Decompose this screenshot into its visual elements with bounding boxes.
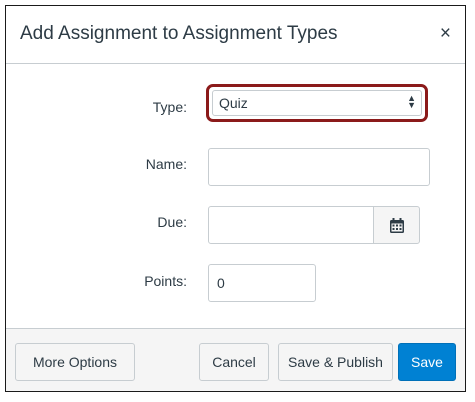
name-label: Name: bbox=[145, 156, 187, 172]
add-assignment-dialog: Add Assignment to Assignment Types × Typ… bbox=[5, 5, 466, 392]
cancel-button[interactable]: Cancel bbox=[199, 343, 269, 381]
type-label: Type: bbox=[152, 99, 187, 115]
due-date-input[interactable] bbox=[208, 206, 374, 244]
dialog-footer: More Options Cancel Save & Publish Save bbox=[6, 328, 465, 391]
dialog-header: Add Assignment to Assignment Types × bbox=[6, 6, 465, 64]
type-select[interactable]: Quiz ▲ ▼ bbox=[212, 90, 422, 116]
calendar-icon bbox=[390, 218, 404, 233]
calendar-button[interactable] bbox=[373, 206, 420, 244]
name-input[interactable] bbox=[208, 148, 430, 186]
dialog-title: Add Assignment to Assignment Types bbox=[20, 23, 338, 44]
dialog-body: Type: Quiz ▲ ▼ Name: Due: Points: 0 bbox=[6, 64, 465, 328]
due-label: Due: bbox=[157, 214, 187, 230]
more-options-button[interactable]: More Options bbox=[15, 343, 135, 381]
points-input[interactable]: 0 bbox=[208, 264, 316, 302]
select-arrows-icon: ▲ ▼ bbox=[407, 93, 416, 110]
save-publish-button[interactable]: Save & Publish bbox=[278, 343, 393, 381]
save-button[interactable]: Save bbox=[398, 343, 456, 381]
close-icon[interactable]: × bbox=[440, 24, 451, 43]
points-label: Points: bbox=[144, 273, 187, 289]
type-select-value: Quiz bbox=[219, 95, 248, 111]
type-select-highlight: Quiz ▲ ▼ bbox=[206, 84, 428, 122]
